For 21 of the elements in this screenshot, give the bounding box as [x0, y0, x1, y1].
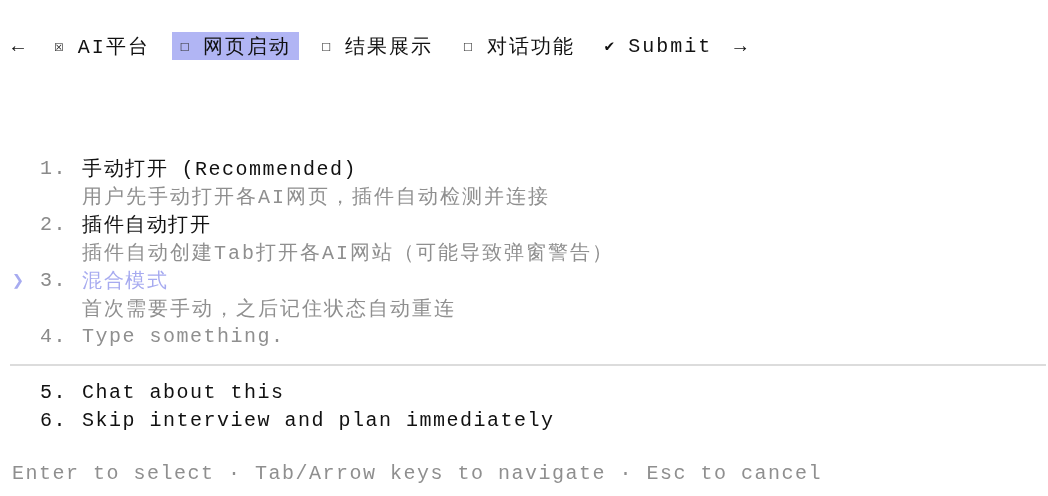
- forward-arrow[interactable]: →: [734, 34, 747, 58]
- back-arrow[interactable]: ←: [12, 34, 24, 58]
- cursor-icon: ❯: [12, 267, 40, 293]
- option-item[interactable]: 6. Skip interview and plan immediately: [12, 406, 1048, 434]
- option-description: 用户先手动打开各AI网页，插件自动检测并连接: [82, 184, 550, 210]
- checkbox: ☐: [462, 37, 475, 56]
- step-tab[interactable]: ☒ AI平台: [46, 32, 158, 60]
- checkbox: ☐: [179, 37, 192, 56]
- checkbox: ☐: [321, 37, 333, 56]
- checkbox: ☒: [54, 37, 66, 56]
- option-description: 首次需要手动，之后记住状态自动重连: [82, 296, 456, 322]
- option-item[interactable]: 1. 手动打开 (Recommended): [12, 154, 1048, 182]
- step-tab[interactable]: ☐ 对话功能: [454, 32, 583, 60]
- option-description: 插件自动创建Tab打开各AI网站（可能导致弹窗警告）: [82, 240, 614, 266]
- option-item[interactable]: 2. 插件自动打开: [12, 210, 1048, 238]
- keyboard-hint: Enter to select · Tab/Arrow keys to navigate · Esc to cancel: [12, 462, 824, 485]
- step-tab[interactable]: ☐ 网页启动: [171, 32, 300, 60]
- check-icon: ✔: [604, 36, 617, 56]
- step-tab[interactable]: ✔ Submit: [596, 32, 721, 60]
- option-item[interactable]: 5. Chat about this: [12, 378, 1048, 406]
- step-tab[interactable]: ☐ 结果展示: [313, 32, 441, 60]
